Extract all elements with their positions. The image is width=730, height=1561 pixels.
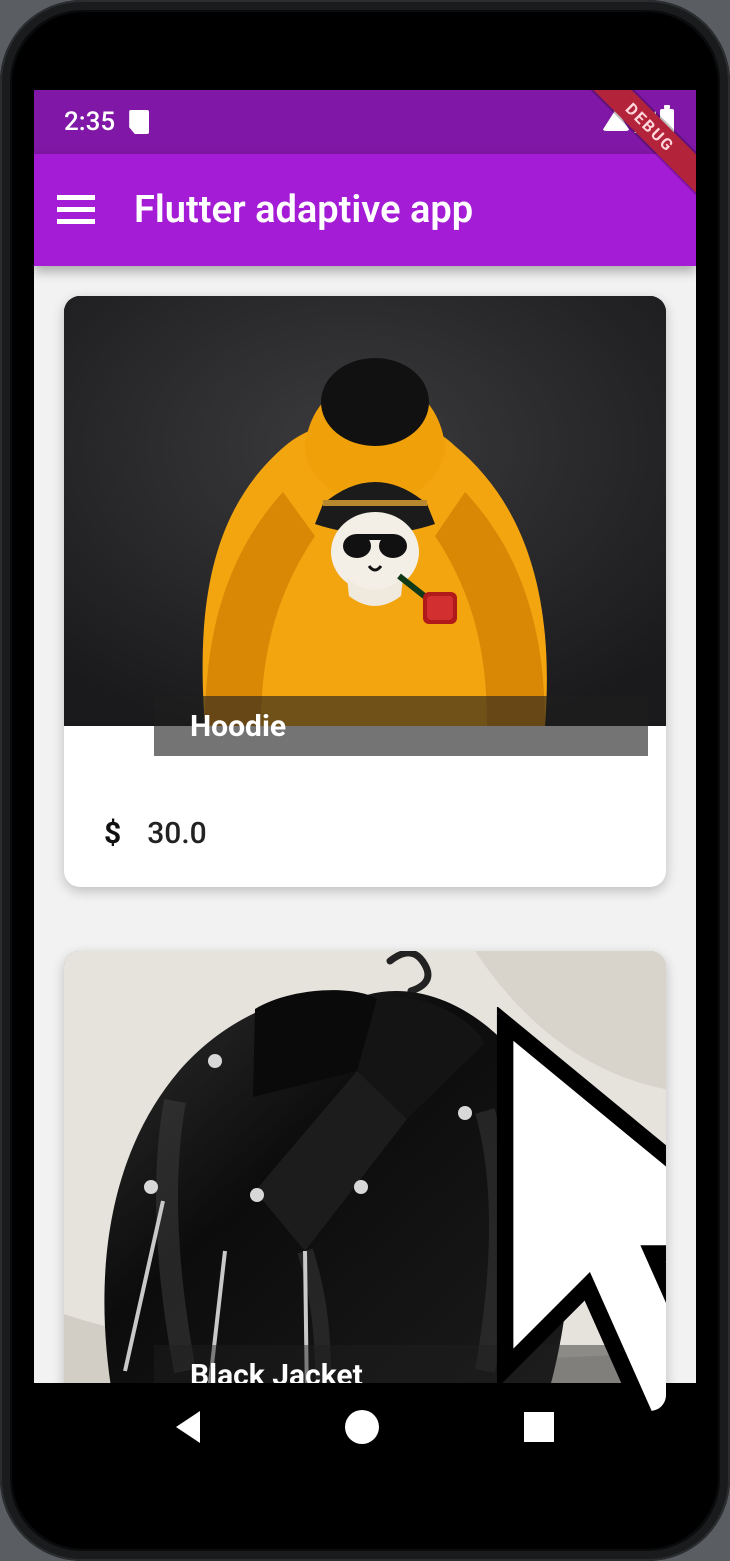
- hoodie-illustration: [64, 296, 666, 726]
- leather-jacket-illustration: [64, 951, 666, 1411]
- screen: DEBUG 2:35: [34, 90, 696, 1471]
- product-image-jacket: Black Jacket: [64, 951, 666, 1411]
- product-card[interactable]: Black Jacket: [64, 951, 666, 1411]
- phone-inner: DEBUG 2:35: [12, 12, 718, 1549]
- android-nav-bar: [34, 1383, 696, 1471]
- status-time: 2:35: [64, 107, 115, 137]
- nav-recent-button[interactable]: [524, 1412, 554, 1442]
- currency-symbol: $: [104, 816, 121, 851]
- status-bar: 2:35: [34, 90, 696, 154]
- status-left: 2:35: [64, 107, 149, 137]
- nav-home-button[interactable]: [345, 1410, 379, 1444]
- menu-button[interactable]: [54, 188, 98, 232]
- product-list[interactable]: Hoodie $ 30.0: [34, 266, 696, 1471]
- product-name: Hoodie: [190, 709, 286, 744]
- sd-card-icon: [129, 110, 149, 134]
- product-price: 30.0: [147, 816, 207, 851]
- app-title: Flutter adaptive app: [134, 188, 473, 232]
- hamburger-icon: [57, 195, 95, 225]
- app-bar: Flutter adaptive app: [34, 154, 696, 266]
- phone-frame: DEBUG 2:35: [0, 0, 730, 1561]
- nav-back-button[interactable]: [176, 1411, 200, 1443]
- product-image-hoodie: Hoodie: [64, 296, 666, 726]
- product-name-strip: Hoodie: [154, 696, 648, 756]
- product-card[interactable]: Hoodie $ 30.0: [64, 296, 666, 887]
